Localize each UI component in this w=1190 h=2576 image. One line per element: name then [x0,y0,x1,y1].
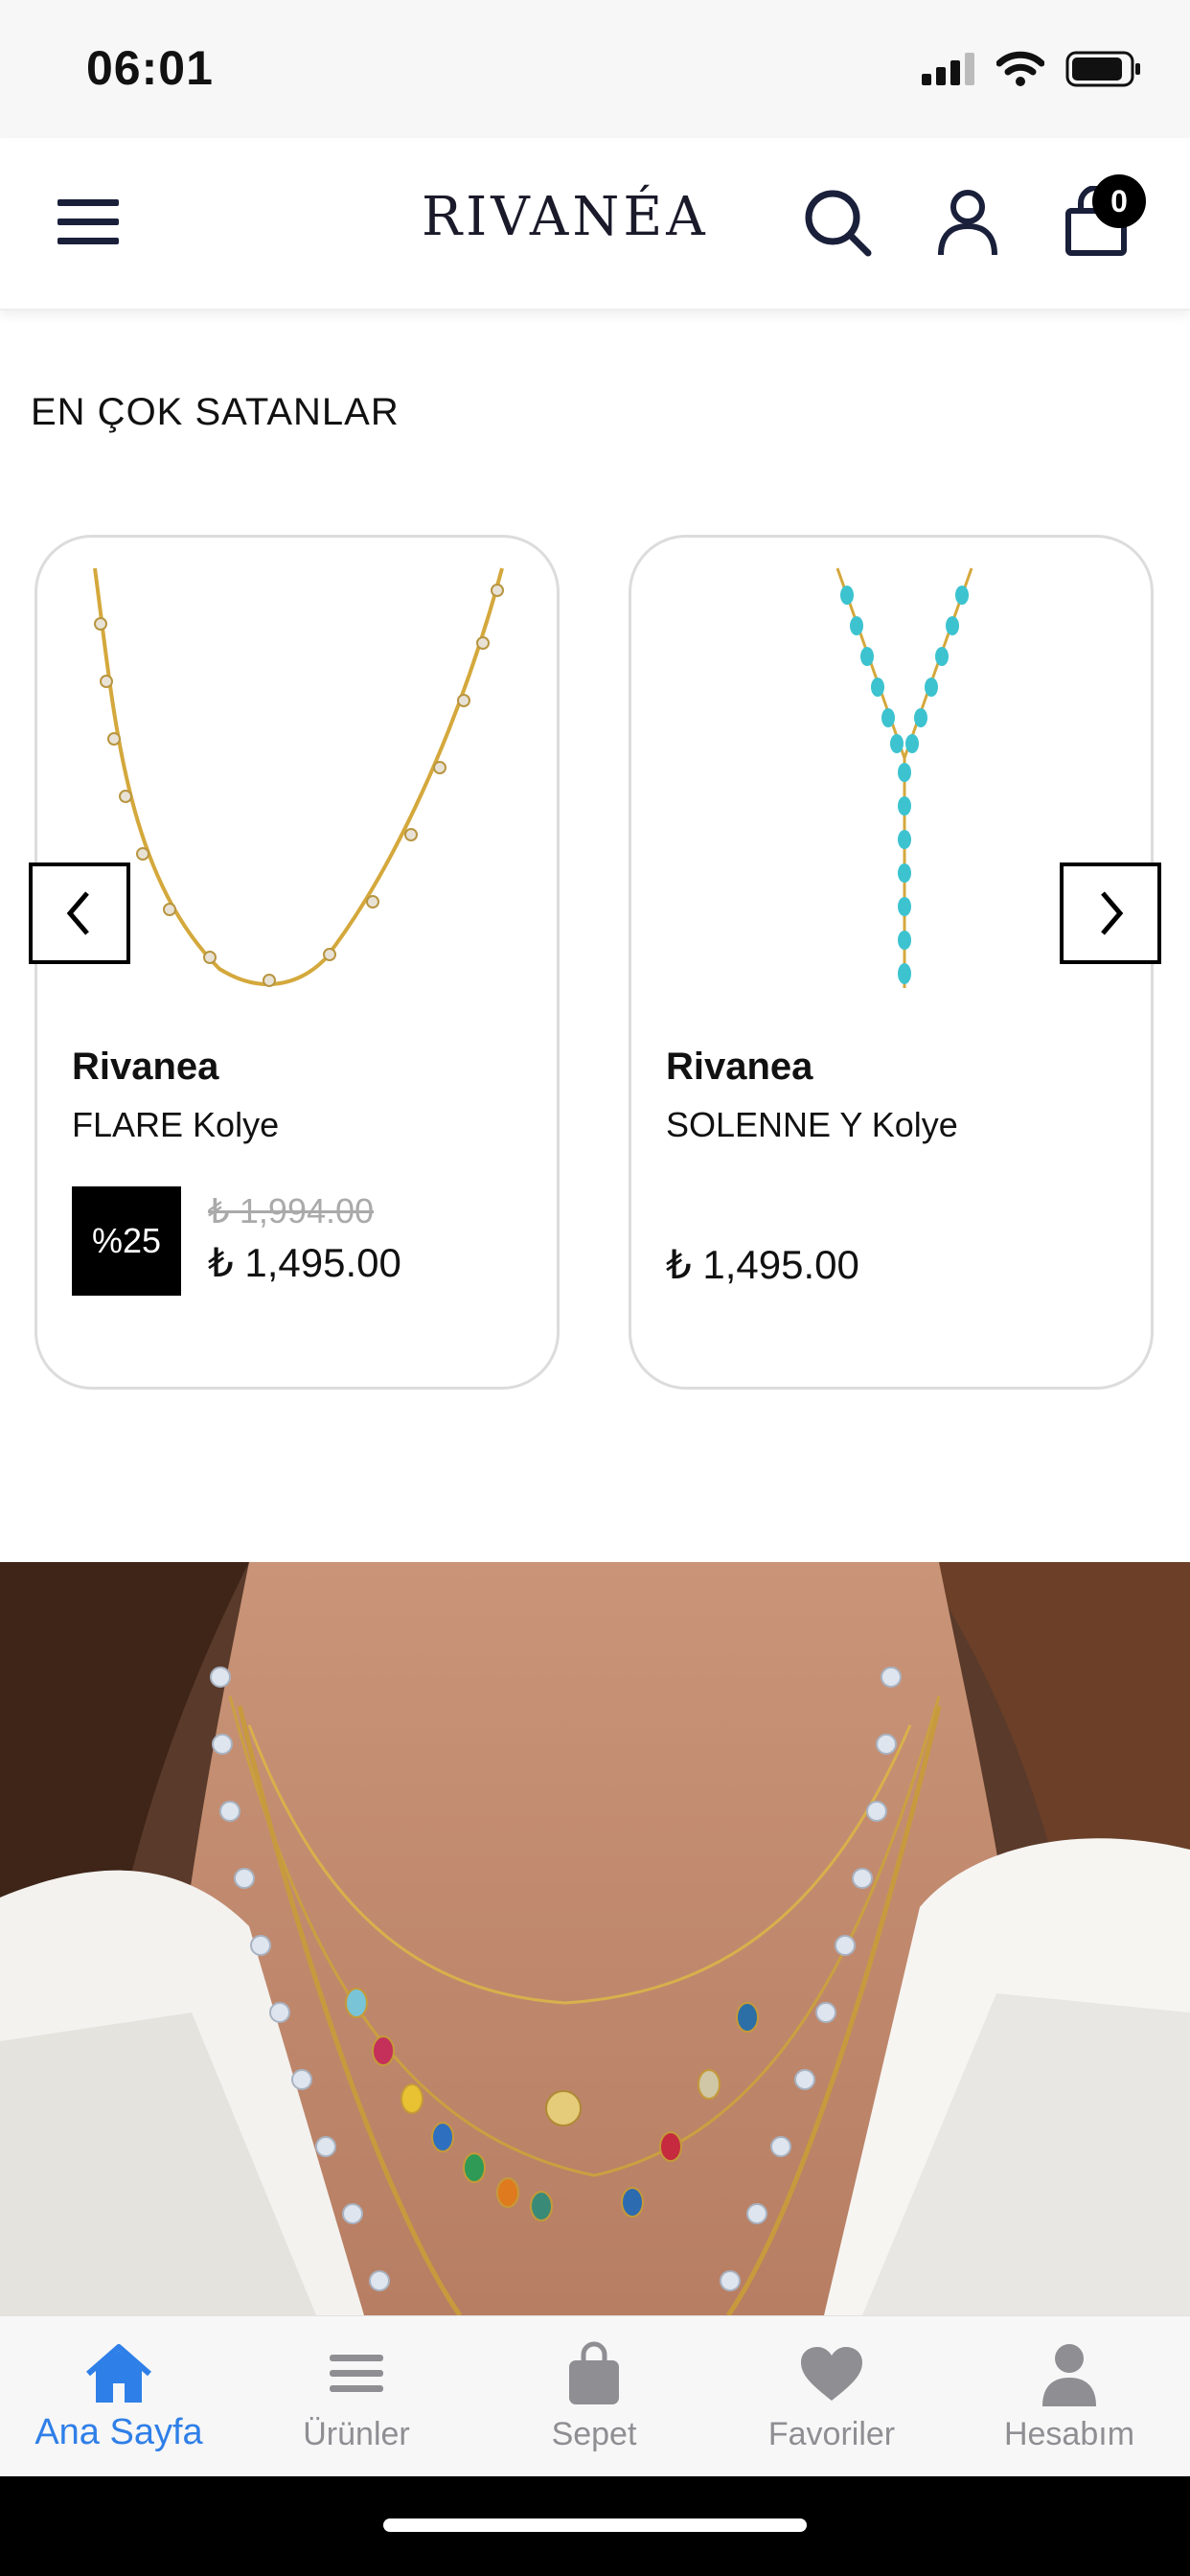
tab-label: Hesabım [1003,2416,1135,2452]
app-header: RIVANÉA [0,138,1190,310]
cart-count-badge: 0 [1092,174,1146,228]
product-name: SOLENNE Y Kolye [666,1105,958,1144]
account-button[interactable] [931,186,1004,259]
tab-label: Ana Sayfa [34,2412,203,2452]
product-brand: Rivanea [72,1046,219,1088]
product-name: FLARE Kolye [72,1105,280,1144]
section-title: EN ÇOK SATANLAR [31,391,400,433]
old-price: ₺ 1,994.00 [208,1191,375,1230]
heart-icon [801,2347,862,2401]
user-icon [938,190,997,256]
menu-button[interactable] [57,196,119,249]
tab-products[interactable]: Ürünler [238,2316,475,2477]
search-button[interactable] [801,186,874,259]
bottom-tab-bar: Ana Sayfa Ürünler Sepet Favoriler Hesabı… [0,2315,1190,2476]
product-price: ₺ 1,495.00 [666,1242,859,1287]
home-icon [86,2344,151,2403]
person-icon [1042,2344,1096,2406]
hamburger-icon [57,199,119,244]
status-icons [922,50,1142,88]
product-brand: Rivanea [666,1046,813,1088]
model-necklaces-photo [0,1562,1190,2315]
tab-home[interactable]: Ana Sayfa [0,2316,238,2477]
tab-label: Sepet [551,2416,637,2452]
product-price: ₺ 1,495.00 [208,1240,401,1285]
battery-icon [1065,51,1140,87]
tab-label: Ürünler [303,2416,410,2452]
home-indicator[interactable] [383,2518,807,2532]
bag-icon [569,2341,619,2404]
carousel-prev-button[interactable] [29,862,130,964]
signal-icon [922,53,974,85]
status-bar: 06:01 [0,0,1190,138]
chevron-right-icon [1101,891,1124,935]
promo-banner-image[interactable] [0,1562,1190,2315]
list-icon [330,2355,383,2392]
chevron-left-icon [66,891,89,935]
status-time: 06:01 [86,41,214,95]
discount-badge: %25 [72,1186,181,1296]
brand-logo[interactable]: RIVANÉA [422,186,705,248]
tab-cart[interactable]: Sepet [475,2316,713,2477]
search-icon [805,190,872,257]
tab-label: Favoriler [767,2416,896,2452]
wifi-icon [996,51,1044,86]
tab-account[interactable]: Hesabım [950,2316,1188,2477]
tab-favorites[interactable]: Favoriler [713,2316,950,2477]
carousel-next-button[interactable] [1060,862,1161,964]
home-indicator-bar [0,2476,1190,2576]
